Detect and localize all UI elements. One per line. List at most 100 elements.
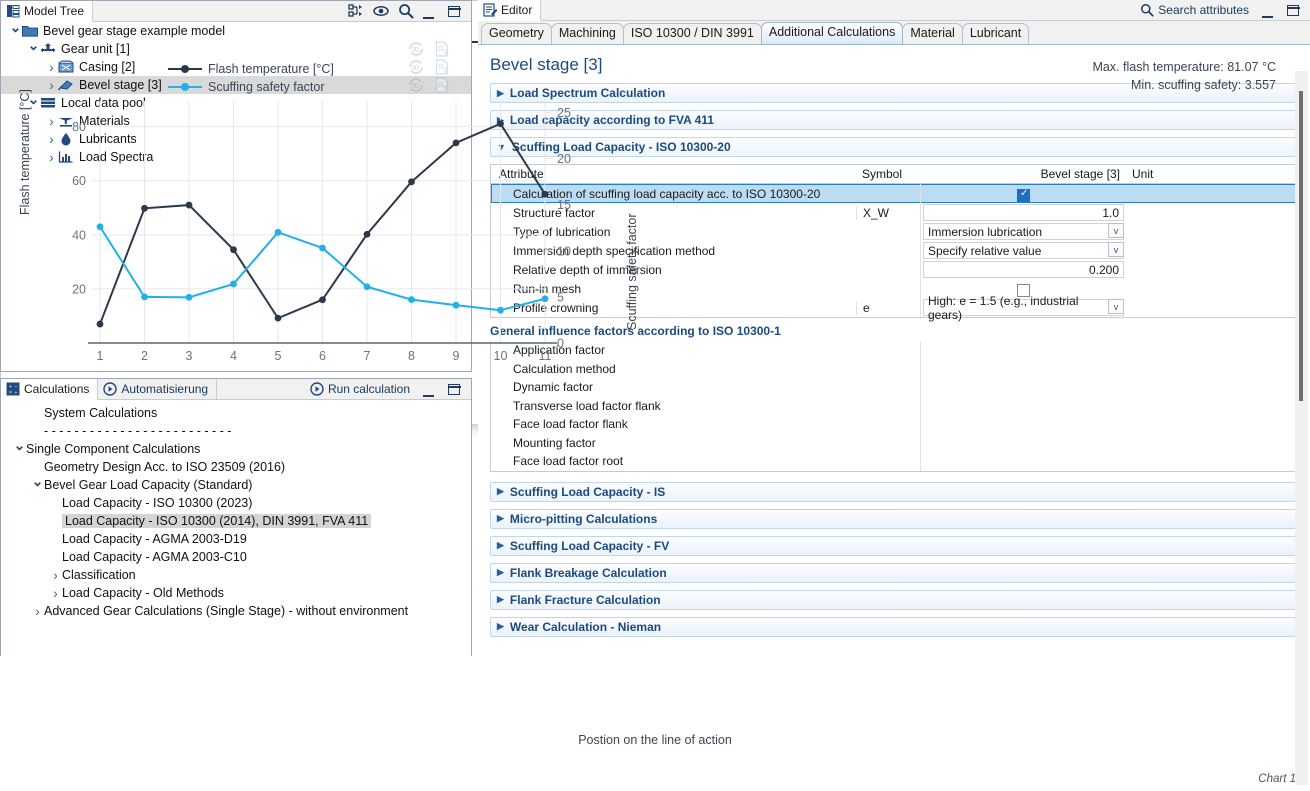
section-bar[interactable]: Flank Fracture Calculation — [490, 590, 1298, 610]
svg-text:60: 60 — [72, 174, 86, 188]
search-attributes-button[interactable]: Search attributes — [1140, 3, 1253, 17]
minimize-icon[interactable] — [423, 3, 439, 19]
view-3d-icon[interactable]: 3D — [407, 40, 425, 58]
casing-icon — [58, 60, 74, 74]
value-cell — [920, 378, 1126, 397]
legend-item-scuffing-safety: Scuffing safety factor — [168, 78, 334, 96]
chevron-down-icon[interactable]: v — [1108, 242, 1124, 257]
chevron-right-icon[interactable] — [497, 513, 504, 524]
editor-vertical-scrollbar[interactable] — [1295, 71, 1308, 785]
section-bar[interactable]: Micro-pitting Calculations — [490, 509, 1298, 529]
chevron-down-icon[interactable]: v — [1108, 299, 1124, 314]
report-icon[interactable]: R — [433, 58, 451, 76]
view-3d-icon[interactable]: 3D — [407, 58, 425, 76]
tab-machining[interactable]: Machining — [551, 23, 624, 44]
tab-additional-calculations[interactable]: Additional Calculations — [761, 22, 903, 44]
calculation-item[interactable]: Load Capacity - ISO 10300 (2023) — [1, 494, 471, 512]
svg-text:8: 8 — [408, 95, 415, 98]
calc-twisty[interactable] — [31, 477, 44, 494]
tree-twisty[interactable] — [45, 59, 58, 75]
maximize-icon[interactable] — [448, 3, 464, 19]
legend-swatch-flash-temperature — [168, 68, 202, 70]
calculation-item[interactable]: Geometry Design Acc. to ISO 23509 (2016) — [1, 458, 471, 476]
editor-tab-strip[interactable]: GeometryMachiningISO 10300 / DIN 3991Add… — [478, 21, 1310, 45]
calculation-item[interactable]: Bevel Gear Load Capacity (Standard) — [1, 476, 471, 494]
calculation-item[interactable]: - - - - - - - - - - - - - - - - - - - - … — [1, 422, 471, 440]
calc-twisty[interactable] — [49, 567, 62, 583]
tab-model-tree[interactable]: Model Tree — [1, 1, 93, 22]
calculation-item-label: Geometry Design Acc. to ISO 23509 (2016) — [44, 460, 285, 474]
editor-tools: Search attributes — [1130, 0, 1310, 20]
report-icon[interactable]: R — [433, 76, 451, 94]
svg-text:7: 7 — [364, 95, 371, 98]
scrollbar-thumb[interactable] — [1299, 91, 1303, 401]
svg-text:1: 1 — [97, 349, 104, 363]
section-bar[interactable]: Flank Breakage Calculation — [490, 563, 1298, 583]
search-icon[interactable] — [398, 3, 414, 19]
table-row[interactable]: Transverse load factor flank — [491, 397, 1297, 416]
svg-text:R: R — [438, 63, 444, 72]
svg-text:25: 25 — [557, 106, 571, 120]
table-row[interactable]: Face load factor root — [491, 452, 1297, 471]
tab-editor[interactable]: Editor — [478, 0, 541, 21]
calculation-item[interactable]: Load Capacity - AGMA 2003-D19 — [1, 530, 471, 548]
tab-geometry[interactable]: Geometry — [481, 23, 552, 44]
view-3d-icon[interactable]: 3D — [407, 76, 425, 94]
chevron-right-icon[interactable] — [497, 540, 504, 551]
maximize-icon[interactable] — [1287, 2, 1303, 18]
tree-item-bevel-gear-stage-example-model[interactable]: Bevel gear stage example model — [1, 22, 471, 40]
report-icon[interactable]: R — [433, 40, 451, 58]
chevron-right-icon[interactable] — [497, 567, 504, 578]
calculation-item[interactable]: Load Capacity - Old Methods — [1, 584, 471, 602]
calculation-item[interactable]: Single Component Calculations — [1, 440, 471, 458]
svg-text:3D: 3D — [412, 66, 420, 72]
calculation-item[interactable]: Load Capacity - ISO 10300 (2014), DIN 39… — [1, 512, 471, 530]
value-cell: Specify relative valuev — [920, 241, 1126, 260]
svg-text:R: R — [438, 81, 444, 90]
link-with-editor-icon[interactable] — [348, 3, 364, 19]
section-bar[interactable]: Wear Calculation - Nieman — [490, 617, 1298, 637]
combo-field[interactable]: Specify relative value — [923, 242, 1124, 259]
calc-twisty[interactable] — [13, 441, 26, 458]
calc-twisty[interactable] — [49, 585, 62, 601]
minimize-icon[interactable] — [1262, 2, 1278, 18]
calculation-item[interactable]: Classification — [1, 566, 471, 584]
search-icon — [1140, 3, 1154, 17]
chevron-down-icon[interactable]: v — [1108, 223, 1124, 238]
combo-field[interactable]: High: e = 1.5 (e.g., industrial gears) — [923, 299, 1124, 316]
eye-icon[interactable] — [373, 3, 389, 19]
checkbox[interactable] — [1017, 189, 1030, 202]
chevron-right-icon[interactable] — [497, 621, 504, 632]
calculation-item[interactable]: Load Capacity - AGMA 2003-C10 — [1, 548, 471, 566]
calc-twisty[interactable] — [31, 603, 44, 619]
tab-lubricant[interactable]: Lubricant — [962, 23, 1029, 44]
col-unit: Unit — [1126, 167, 1297, 181]
calculation-item[interactable]: Advanced Gear Calculations (Single Stage… — [1, 602, 471, 620]
tree-item-label: Gear unit [1] — [61, 42, 130, 56]
editor-icon — [483, 3, 497, 17]
gear-unit-icon — [40, 42, 56, 56]
calculations-list[interactable]: System Calculations- - - - - - - - - - -… — [1, 400, 471, 659]
tab-editor-label: Editor — [501, 3, 532, 17]
value-field[interactable]: 1.0 — [923, 204, 1124, 221]
value-cell — [920, 452, 1126, 471]
tree-item-gear-unit-1[interactable]: Gear unit [1] 3D R — [1, 40, 471, 58]
value-cell: 0.200 — [920, 260, 1126, 279]
symbol-label: e — [856, 301, 920, 315]
table-row[interactable]: Mounting factor — [491, 434, 1297, 453]
value-field[interactable]: 0.200 — [923, 261, 1124, 278]
chevron-right-icon[interactable] — [497, 594, 504, 605]
tree-twisty[interactable] — [45, 77, 58, 93]
calculation-item[interactable]: System Calculations — [1, 404, 471, 422]
tab-iso-10300-din-3991[interactable]: ISO 10300 / DIN 3991 — [623, 23, 762, 44]
svg-text:80: 80 — [72, 120, 86, 134]
tab-material[interactable]: Material — [902, 23, 962, 44]
chart-plot: 1234567891011123456789101120406080051015… — [0, 95, 645, 395]
tree-twisty[interactable] — [9, 23, 22, 40]
section-bar[interactable]: Scuffing Load Capacity - FV — [490, 536, 1298, 556]
chevron-right-icon[interactable] — [497, 486, 504, 497]
table-row[interactable]: Face load factor flank — [491, 415, 1297, 434]
tree-twisty[interactable] — [27, 41, 40, 58]
combo-field[interactable]: Immersion lubrication — [923, 223, 1124, 240]
section-bar[interactable]: Scuffing Load Capacity - IS — [490, 482, 1298, 502]
